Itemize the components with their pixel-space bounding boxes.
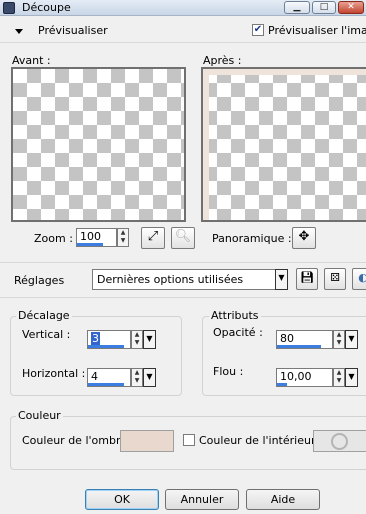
window-title: Découpe <box>22 1 71 14</box>
zoom-value: 100 <box>80 230 101 243</box>
after-label: Après : <box>203 54 242 67</box>
blur-label: Flou : <box>213 365 244 378</box>
preset-value: Dernières options utilisées <box>97 273 244 286</box>
pan-label: Panoramique : <box>212 232 292 245</box>
after-preview[interactable] <box>201 67 366 222</box>
dice-icon: ⚄ <box>330 271 340 284</box>
color-title: Couleur <box>16 409 63 422</box>
inner-color-swatch[interactable] <box>313 430 366 452</box>
blur-spin-arrows[interactable]: ▲ ▼ <box>333 368 345 387</box>
zoom-spin-arrows[interactable]: ▲ ▼ <box>117 228 129 247</box>
preview-bar: Prévisualiser ✔ Prévisualiser l'image <box>0 19 366 43</box>
opacity-value: 80 <box>280 332 294 345</box>
close-button[interactable]: ✕ <box>338 1 364 14</box>
show-image-checkbox[interactable]: ✔ <box>252 24 264 36</box>
opacity-input[interactable]: 80 <box>276 330 333 349</box>
reset-button[interactable]: ◐ <box>352 268 366 290</box>
inner-color-checkbox[interactable] <box>183 434 195 446</box>
floppy-disk-icon: 💾︎ <box>300 271 314 284</box>
horizontal-slider-fill <box>88 383 124 386</box>
shadow-color-label: Couleur de l'ombre : <box>22 434 135 447</box>
before-preview[interactable] <box>11 67 186 222</box>
minimize-button[interactable]: ▁ <box>284 1 310 14</box>
inner-color-label: Couleur de l'intérieur : <box>199 434 323 447</box>
blur-input[interactable]: 10,00 <box>276 368 333 387</box>
horizontal-dropdown-button[interactable]: ▼ <box>143 368 156 387</box>
horizontal-input[interactable]: 4 <box>87 368 131 387</box>
resource-button[interactable]: ⚄ <box>324 268 346 290</box>
help-button[interactable]: Aide <box>246 489 320 510</box>
cancel-button[interactable]: Annuler <box>165 489 239 510</box>
vertical-dropdown-button[interactable]: ▼ <box>143 330 156 349</box>
opacity-spin-arrows[interactable]: ▲ ▼ <box>333 330 345 349</box>
pan-button[interactable]: ✥ <box>292 227 316 249</box>
opacity-label: Opacité : <box>213 326 263 339</box>
preset-select[interactable]: Dernières options utilisées <box>92 269 276 290</box>
app-icon <box>3 2 15 14</box>
zoom-input[interactable]: 100 <box>76 228 117 247</box>
before-label: Avant : <box>12 54 51 67</box>
opacity-dropdown-button[interactable]: ▼ <box>345 330 358 349</box>
settings-label: Réglages <box>14 274 65 287</box>
disabled-icon <box>331 433 348 450</box>
blur-value: 10,00 <box>280 370 312 383</box>
vertical-slider-fill <box>88 345 124 348</box>
opacity-slider-fill <box>277 345 321 348</box>
reset-icon: ◐ <box>358 271 366 284</box>
ok-button[interactable]: OK <box>85 489 159 510</box>
offset-title: Décalage <box>16 309 72 322</box>
magnifier-icon: 🔍︎ <box>174 229 192 244</box>
blur-slider-fill <box>277 383 287 386</box>
vertical-label: Vertical : <box>22 328 71 341</box>
horizontal-spin-arrows[interactable]: ▲ ▼ <box>131 368 143 387</box>
vertical-input[interactable]: 3 <box>87 330 131 349</box>
maximize-button[interactable]: □ <box>312 1 336 14</box>
zoom-slider-fill <box>77 243 103 246</box>
zoom-tool-button[interactable]: 🔍︎ <box>171 227 195 249</box>
preset-dropdown-button[interactable]: ▼ <box>275 269 288 290</box>
zoom-fit-button[interactable]: ⤢ <box>141 227 165 249</box>
title-bar: Découpe ▁ □ ✕ <box>0 0 366 16</box>
save-preset-button[interactable]: 💾︎ <box>296 268 318 290</box>
blur-dropdown-button[interactable]: ▼ <box>345 368 358 387</box>
zoom-fit-icon: ⤢ <box>147 229 159 244</box>
vertical-value: 3 <box>91 332 100 345</box>
horizontal-label: Horizontal : <box>22 367 86 380</box>
preview-toggle-label[interactable]: Prévisualiser <box>38 24 108 37</box>
collapse-icon[interactable] <box>15 29 23 34</box>
horizontal-value: 4 <box>91 370 98 383</box>
zoom-label: Zoom : <box>34 232 73 245</box>
shadow-color-swatch[interactable] <box>120 430 174 452</box>
show-image-label: Prévisualiser l'image <box>268 24 366 37</box>
attributes-title: Attributs <box>209 309 261 322</box>
move-icon: ✥ <box>298 229 310 244</box>
vertical-spin-arrows[interactable]: ▲ ▼ <box>131 330 143 349</box>
